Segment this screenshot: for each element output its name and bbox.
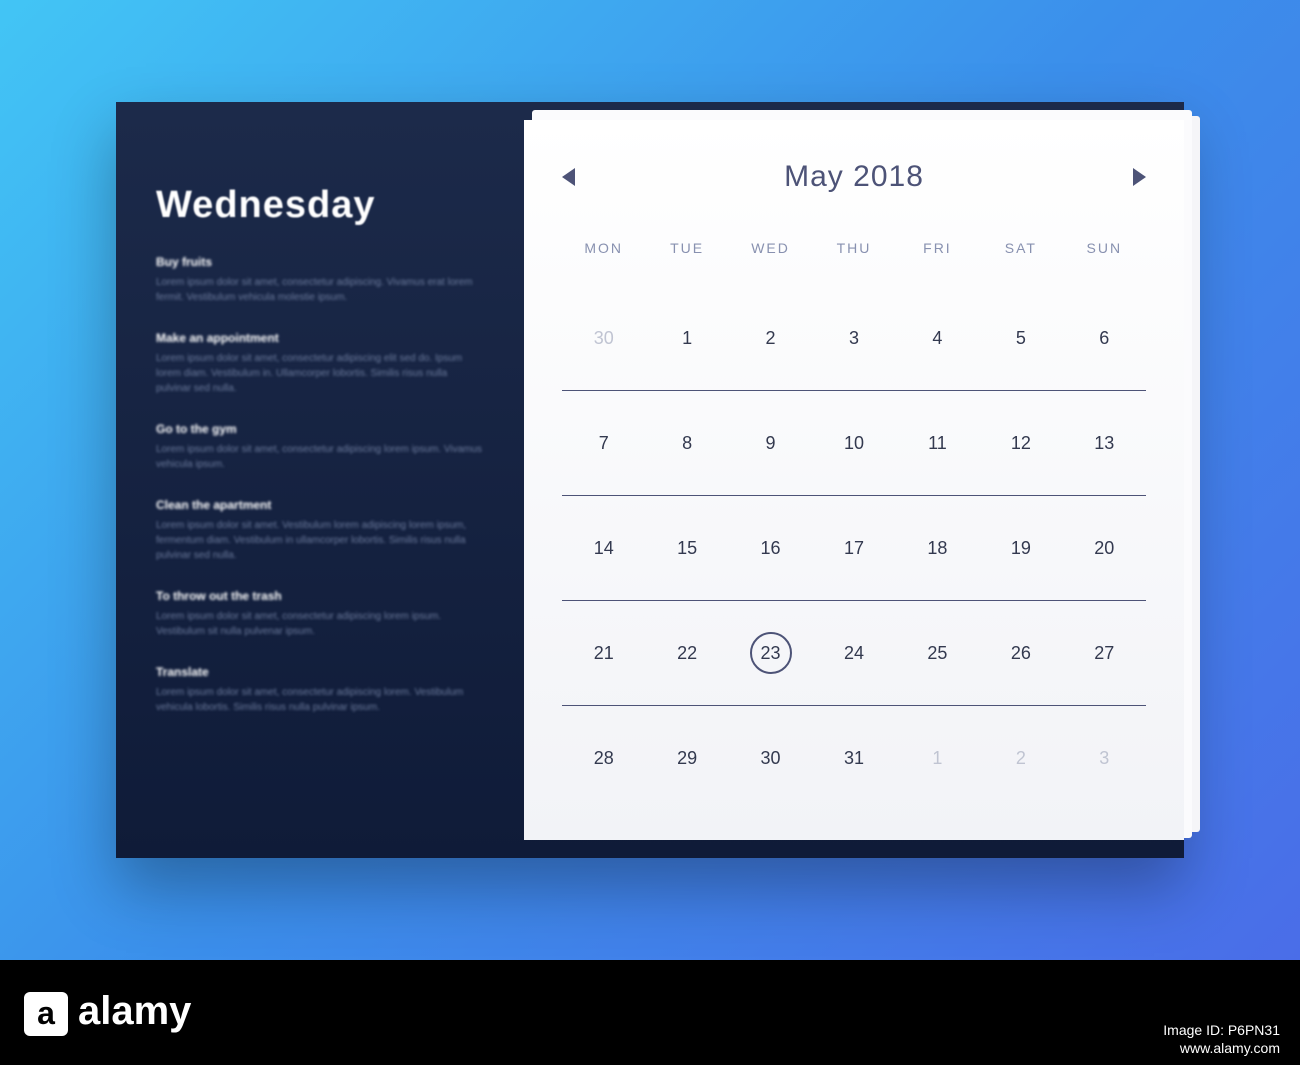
event-description: Lorem ipsum dolor sit amet, consectetur …	[156, 609, 484, 639]
calendar-card: Wednesday Buy fruits Lorem ipsum dolor si…	[116, 102, 1184, 858]
image-id: Image ID: P6PN31	[1163, 1021, 1280, 1039]
day-cell[interactable]: 19	[979, 538, 1062, 559]
event-description: Lorem ipsum dolor sit amet, consectetur …	[156, 351, 484, 396]
day-sidebar: Wednesday Buy fruits Lorem ipsum dolor si…	[116, 102, 524, 858]
day-cell[interactable]: 22	[645, 643, 728, 664]
day-cell[interactable]: 8	[645, 433, 728, 454]
day-cell[interactable]: 2	[729, 328, 812, 349]
week-row: 21222324252627	[562, 601, 1146, 706]
canvas-background: alamy Wednesday Buy fruitsLorem ipsum do…	[0, 0, 1300, 960]
day-cell[interactable]: 18	[896, 538, 979, 559]
day-cell[interactable]: 7	[562, 433, 645, 454]
week-row: 30123456	[562, 286, 1146, 391]
day-title: Wednesday	[156, 184, 484, 227]
week-row: 28293031123	[562, 706, 1146, 810]
day-cell[interactable]: 27	[1063, 643, 1146, 664]
day-cell[interactable]: 1	[896, 748, 979, 769]
event-item[interactable]: Make an appointment Lorem ipsum dolor sit…	[156, 331, 484, 396]
day-cell[interactable]: 10	[812, 433, 895, 454]
event-title: Make an appointment	[156, 331, 484, 345]
image-url: www.alamy.com	[1163, 1039, 1280, 1057]
event-item[interactable]: Buy fruits Lorem ipsum dolor sit amet, co…	[156, 255, 484, 305]
weekday-label: THU	[812, 240, 895, 256]
day-cell[interactable]: 21	[562, 643, 645, 664]
event-title: Clean the apartment	[156, 498, 484, 512]
weekday-label: SUN	[1063, 240, 1146, 256]
weekday-label: SAT	[979, 240, 1062, 256]
day-cell[interactable]: 3	[1063, 748, 1146, 769]
day-cell[interactable]: 20	[1063, 538, 1146, 559]
weekday-header: MONTUEWEDTHUFRISATSUN	[562, 240, 1146, 256]
day-cell[interactable]: 31	[812, 748, 895, 769]
day-cell[interactable]: 17	[812, 538, 895, 559]
day-cell[interactable]: 26	[979, 643, 1062, 664]
footer-bar: a alamy Image ID: P6PN31 www.alamy.com	[0, 960, 1300, 1065]
day-cell[interactable]: 30	[562, 328, 645, 349]
day-cell[interactable]: 3	[812, 328, 895, 349]
day-cell[interactable]: 12	[979, 433, 1062, 454]
month-title: May 2018	[784, 160, 924, 194]
calendar-panel: May 2018 MONTUEWEDTHUFRISATSUN 301234567…	[524, 120, 1184, 840]
day-cell[interactable]: 14	[562, 538, 645, 559]
alamy-logo: a alamy	[24, 989, 191, 1036]
day-cell[interactable]: 16	[729, 538, 812, 559]
weekday-label: WED	[729, 240, 812, 256]
day-cell[interactable]: 30	[729, 748, 812, 769]
calendar-grid: 3012345678910111213141516171819202122232…	[562, 286, 1146, 810]
event-item[interactable]: Translate Lorem ipsum dolor sit amet, con…	[156, 665, 484, 715]
day-cell[interactable]: 6	[1063, 328, 1146, 349]
week-row: 78910111213	[562, 391, 1146, 496]
weekday-label: TUE	[645, 240, 728, 256]
day-cell[interactable]: 13	[1063, 433, 1146, 454]
event-title: To throw out the trash	[156, 589, 484, 603]
day-cell-selected[interactable]: 23	[729, 632, 812, 674]
calendar-header: May 2018	[562, 160, 1146, 194]
event-title: Go to the gym	[156, 422, 484, 436]
event-title: Buy fruits	[156, 255, 484, 269]
day-cell[interactable]: 4	[896, 328, 979, 349]
event-description: Lorem ipsum dolor sit amet, consectetur …	[156, 685, 484, 715]
event-title: Translate	[156, 665, 484, 679]
event-item[interactable]: To throw out the trash Lorem ipsum dolor …	[156, 589, 484, 639]
next-month-button[interactable]	[1133, 168, 1146, 186]
day-cell[interactable]: 15	[645, 538, 728, 559]
day-cell[interactable]: 24	[812, 643, 895, 664]
day-cell[interactable]: 1	[645, 328, 728, 349]
day-cell[interactable]: 29	[645, 748, 728, 769]
image-credit: Image ID: P6PN31 www.alamy.com	[1163, 1021, 1280, 1057]
event-item[interactable]: Clean the apartment Lorem ipsum dolor sit…	[156, 498, 484, 563]
event-description: Lorem ipsum dolor sit amet, consectetur …	[156, 275, 484, 305]
week-row: 14151617181920	[562, 496, 1146, 601]
weekday-label: FRI	[896, 240, 979, 256]
day-cell[interactable]: 25	[896, 643, 979, 664]
calendar-wrap: May 2018 MONTUEWEDTHUFRISATSUN 301234567…	[524, 102, 1184, 858]
alamy-logo-text: alamy	[78, 989, 191, 1034]
event-item[interactable]: Go to the gym Lorem ipsum dolor sit amet,…	[156, 422, 484, 472]
day-cell[interactable]: 9	[729, 433, 812, 454]
day-cell[interactable]: 28	[562, 748, 645, 769]
day-cell[interactable]: 11	[896, 433, 979, 454]
event-description: Lorem ipsum dolor sit amet, consectetur …	[156, 442, 484, 472]
alamy-logo-icon: a	[24, 992, 68, 1036]
prev-month-button[interactable]	[562, 168, 575, 186]
event-description: Lorem ipsum dolor sit amet. Vestibulum l…	[156, 518, 484, 563]
weekday-label: MON	[562, 240, 645, 256]
day-cell[interactable]: 5	[979, 328, 1062, 349]
day-cell[interactable]: 2	[979, 748, 1062, 769]
